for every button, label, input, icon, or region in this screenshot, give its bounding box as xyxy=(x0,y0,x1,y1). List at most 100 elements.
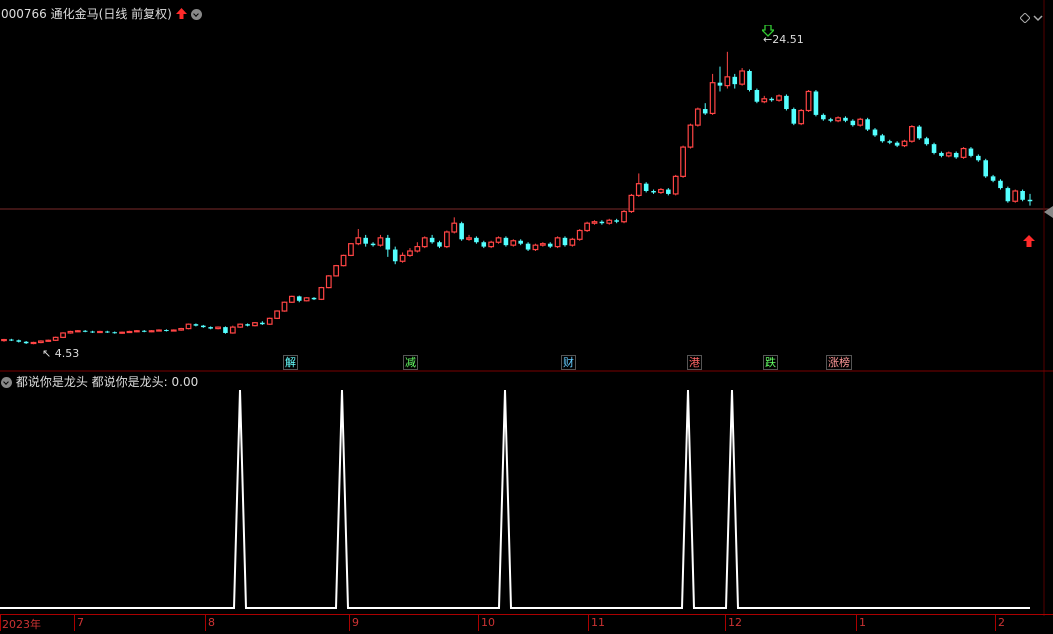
candle-body xyxy=(60,332,66,338)
last-bar-up-arrow-icon xyxy=(1023,232,1035,251)
candle-body xyxy=(724,76,731,87)
stock-code: 000766 xyxy=(1,7,47,21)
candle-body xyxy=(769,98,774,101)
event-badge-reduce[interactable]: 减 xyxy=(403,355,418,370)
event-label: 涨榜 xyxy=(828,356,850,369)
candle-body xyxy=(576,229,583,240)
candle-body xyxy=(266,317,273,325)
candle-body xyxy=(960,147,967,158)
event-badge-unlock[interactable]: 解 xyxy=(283,355,298,370)
candle-body xyxy=(481,242,487,247)
candle-body xyxy=(74,330,81,333)
candle-body xyxy=(547,243,553,247)
candle-body xyxy=(754,90,760,102)
diamond-menu-icon[interactable] xyxy=(1019,8,1031,27)
candle-body xyxy=(732,76,738,85)
candle-body xyxy=(201,325,206,328)
candle-body xyxy=(443,231,450,248)
indicator-chart[interactable] xyxy=(0,372,1053,616)
candle-body xyxy=(924,138,929,145)
price-cursor-marker-icon[interactable] xyxy=(1044,203,1053,222)
event-badge-limit-up-list[interactable]: 涨榜 xyxy=(826,355,852,370)
indicator-header: 都说你是龙头 都说你是龙头: 0.00 xyxy=(1,373,198,390)
candle-body xyxy=(495,237,502,243)
candle-body xyxy=(525,243,531,250)
candle-body xyxy=(614,220,619,222)
candle-body xyxy=(717,82,723,86)
candle-body xyxy=(215,326,221,330)
candle-body xyxy=(953,152,959,158)
price-chart-pane[interactable]: 000766 通化金马(日线 前复权) ←24.51 ↖ 4.53 解 减 财 … xyxy=(0,0,1053,372)
candle-body xyxy=(865,119,870,130)
candle-body xyxy=(303,297,310,302)
candle-body xyxy=(325,275,332,289)
chevron-down-icon[interactable] xyxy=(1033,8,1043,27)
candle-body xyxy=(311,297,317,300)
event-label: 财 xyxy=(563,356,574,369)
candle-body xyxy=(164,330,169,332)
candle-body xyxy=(894,142,900,146)
candle-body xyxy=(421,237,428,248)
candle-body xyxy=(968,148,974,156)
candle-body xyxy=(355,237,362,245)
candle-body xyxy=(30,341,37,345)
candle-body xyxy=(805,90,812,112)
candle-body xyxy=(23,341,29,344)
candle-body xyxy=(835,117,841,122)
candle-body xyxy=(288,295,295,303)
candle-body xyxy=(281,301,288,312)
candle-body xyxy=(976,155,981,161)
candle-body xyxy=(503,237,509,246)
candle-body xyxy=(798,109,805,125)
candle-body xyxy=(82,330,88,332)
candle-body xyxy=(510,240,517,246)
period-label: (日线 前复权) xyxy=(98,7,172,21)
candle-body xyxy=(1005,188,1011,202)
candle-body xyxy=(407,250,413,257)
event-badge-finance[interactable]: 财 xyxy=(561,355,576,370)
candle-body xyxy=(223,327,228,333)
candle-body xyxy=(333,265,340,277)
candle-body xyxy=(208,327,213,329)
indicator-value: 都说你是龙头: 0.00 xyxy=(91,375,199,389)
candle-body xyxy=(828,119,833,121)
candle-body xyxy=(784,95,789,110)
candle-body xyxy=(45,339,52,342)
candle-body xyxy=(747,70,752,91)
candle-body xyxy=(857,118,864,126)
candle-body xyxy=(488,241,495,248)
candle-body xyxy=(532,244,539,251)
indicator-pane[interactable]: 都说你是龙头 都说你是龙头: 0.00 xyxy=(0,372,1053,616)
indicator-name[interactable]: 都说你是龙头 xyxy=(16,375,88,389)
candle-body xyxy=(399,254,406,262)
high-price-value: 24.51 xyxy=(772,33,804,46)
event-badge-hk[interactable]: 港 xyxy=(687,355,702,370)
candle-body xyxy=(635,183,642,196)
time-label: 7 xyxy=(77,616,84,629)
indicator-dropdown-icon[interactable] xyxy=(1,377,12,388)
candle-body xyxy=(112,332,118,334)
candle-body xyxy=(694,108,701,126)
event-badge-drop[interactable]: 跌 xyxy=(763,355,778,370)
candle-body xyxy=(931,144,937,153)
candlestick-chart[interactable] xyxy=(0,0,1053,372)
candle-body xyxy=(148,330,155,333)
candle-body xyxy=(990,176,996,181)
candle-body xyxy=(429,237,435,243)
candle-body xyxy=(97,330,103,334)
candle-body xyxy=(178,327,185,331)
dropdown-chevron-icon[interactable] xyxy=(190,9,202,20)
candle-body xyxy=(518,240,523,244)
red-up-arrow-icon[interactable] xyxy=(175,7,187,22)
candle-body xyxy=(554,237,561,248)
indicator-line xyxy=(0,389,1030,609)
candle-body xyxy=(591,221,598,224)
chart-header: 000766 通化金马(日线 前复权) xyxy=(1,5,202,22)
candle-body xyxy=(916,126,922,139)
candle-body xyxy=(126,330,133,334)
candle-body xyxy=(621,210,627,223)
time-label: 2023年 xyxy=(2,618,41,631)
candle-body xyxy=(340,254,347,267)
candle-body xyxy=(133,330,140,333)
candle-body xyxy=(843,117,848,121)
